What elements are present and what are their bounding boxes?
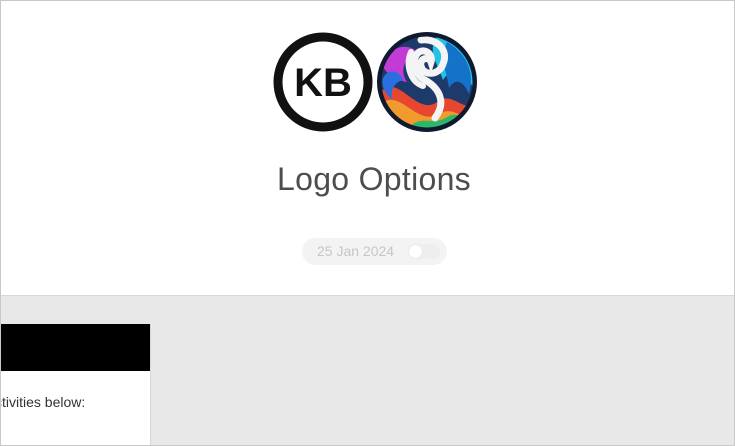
kb-logo: KB bbox=[273, 32, 373, 132]
toggle-switch[interactable] bbox=[408, 244, 440, 259]
date-label: 25 Jan 2024 bbox=[317, 243, 395, 259]
toggle-knob bbox=[409, 245, 422, 258]
app-window: KB Logo Options 25 Jan 2024 ctivities be… bbox=[0, 0, 735, 446]
swirl-logo bbox=[377, 32, 477, 132]
content-area: ctivities below: bbox=[1, 296, 734, 445]
page-title: Logo Options bbox=[277, 161, 471, 197]
page-header: KB Logo Options 25 Jan 2024 bbox=[1, 1, 734, 296]
kb-logo-text: KB bbox=[294, 61, 352, 105]
activity-card: ctivities below: bbox=[0, 324, 151, 445]
date-toggle-pill[interactable]: 25 Jan 2024 bbox=[302, 238, 447, 265]
card-text: ctivities below: bbox=[0, 394, 86, 410]
card-header-bar bbox=[1, 324, 150, 371]
